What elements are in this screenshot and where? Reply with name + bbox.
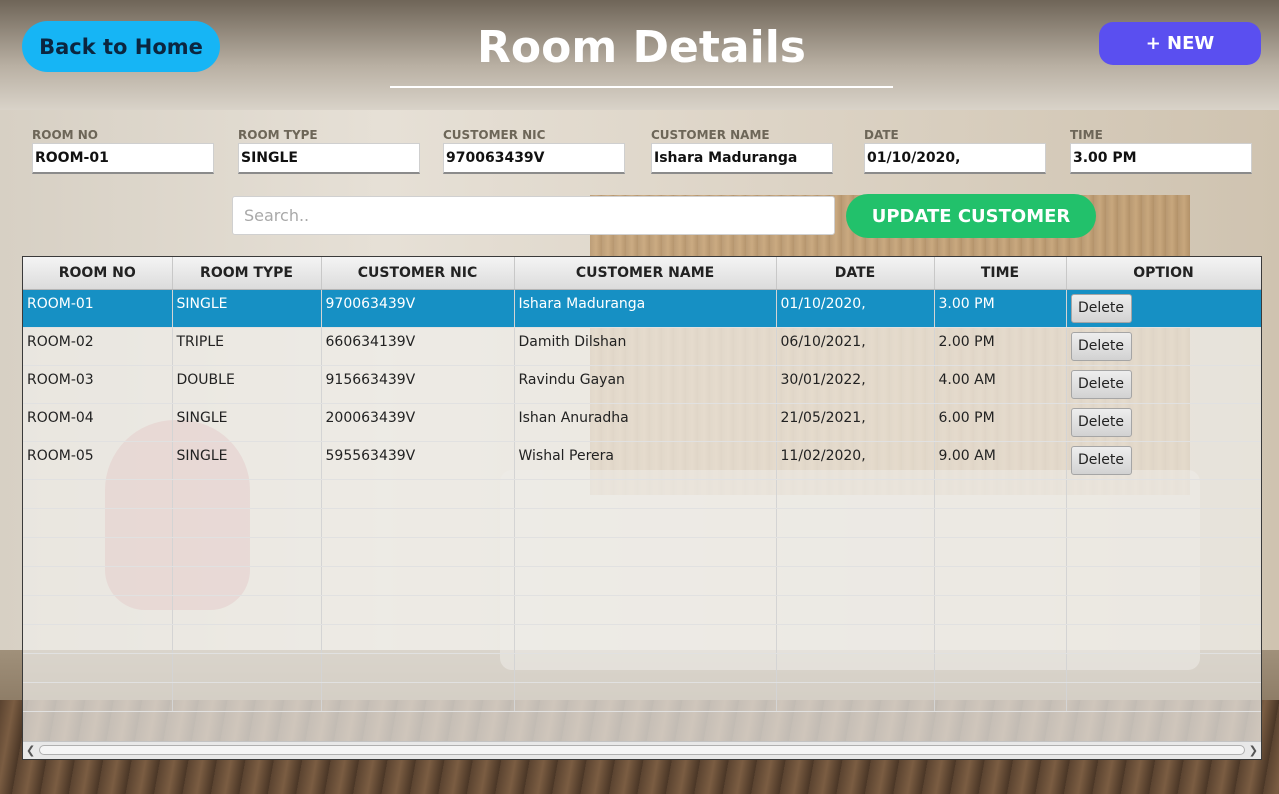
scrollbar-thumb[interactable] <box>39 745 1245 755</box>
cell-customer-nic: 660634139V <box>321 327 515 366</box>
empty-row <box>23 682 1261 712</box>
cell-room-type: SINGLE <box>172 403 322 442</box>
column-header-date[interactable]: DATE <box>776 257 935 290</box>
cell-customer-name: Ishara Maduranga <box>514 289 777 328</box>
chevron-left-icon[interactable]: ❮ <box>26 744 35 757</box>
update-customer-button[interactable]: UPDATE CUSTOMER <box>846 194 1096 238</box>
date-field: DATE 01/10/2020, <box>864 128 1046 174</box>
empty-row <box>23 537 1261 567</box>
cell-customer-nic: 595563439V <box>321 441 515 480</box>
cell-room-type: SINGLE <box>172 441 322 480</box>
cell-room-no: ROOM-01 <box>23 289 173 328</box>
column-header-room-no[interactable]: ROOM NO <box>23 257 173 290</box>
cell-date: 30/01/2022, <box>776 365 935 404</box>
table-row[interactable]: ROOM-01 SINGLE 970063439V Ishara Maduran… <box>23 289 1261 328</box>
cell-room-type: SINGLE <box>172 289 322 328</box>
empty-row <box>23 479 1261 509</box>
delete-button[interactable]: Delete <box>1070 408 1132 437</box>
date-input[interactable]: 01/10/2020, <box>864 143 1046 174</box>
customer-nic-input[interactable]: 970063439V <box>443 143 625 174</box>
cell-customer-nic: 970063439V <box>321 289 515 328</box>
room-no-field: ROOM NO ROOM-01 <box>32 128 214 174</box>
cell-time: 4.00 AM <box>934 365 1067 404</box>
cell-customer-name: Ravindu Gayan <box>514 365 777 404</box>
table-row[interactable]: ROOM-03 DOUBLE 915663439V Ravindu Gayan … <box>23 365 1261 404</box>
cell-option: Delete <box>1066 365 1261 404</box>
cell-option: Delete <box>1066 327 1261 366</box>
new-button[interactable]: + NEW <box>1099 22 1261 65</box>
room-no-input[interactable]: ROOM-01 <box>32 143 214 174</box>
cell-date: 21/05/2021, <box>776 403 935 442</box>
cell-time: 3.00 PM <box>934 289 1067 328</box>
cell-customer-name: Damith Dilshan <box>514 327 777 366</box>
column-header-option[interactable]: OPTION <box>1066 257 1261 290</box>
cell-customer-name: Ishan Anuradha <box>514 403 777 442</box>
delete-button[interactable]: Delete <box>1070 446 1132 475</box>
customer-nic-field: CUSTOMER NIC 970063439V <box>443 128 625 174</box>
room-no-label: ROOM NO <box>32 128 99 142</box>
customer-name-field: CUSTOMER NAME Ishara Maduranga <box>651 128 833 174</box>
empty-row <box>23 508 1261 538</box>
chevron-right-icon[interactable]: ❯ <box>1249 744 1258 757</box>
cell-customer-nic: 915663439V <box>321 365 515 404</box>
time-label: TIME <box>1070 128 1103 142</box>
empty-row <box>23 624 1261 654</box>
title-underline <box>390 86 893 88</box>
column-header-time[interactable]: TIME <box>934 257 1067 290</box>
cell-time: 6.00 PM <box>934 403 1067 442</box>
cell-room-no: ROOM-02 <box>23 327 173 366</box>
cell-room-no: ROOM-04 <box>23 403 173 442</box>
cell-date: 11/02/2020, <box>776 441 935 480</box>
page-title: Room Details <box>477 22 806 73</box>
time-input[interactable]: 3.00 PM <box>1070 143 1252 174</box>
customer-name-label: CUSTOMER NAME <box>651 128 770 142</box>
empty-row <box>23 566 1261 596</box>
cell-customer-name: Wishal Perera <box>514 441 777 480</box>
cell-option: Delete <box>1066 403 1261 442</box>
room-type-field: ROOM TYPE SINGLE <box>238 128 420 174</box>
room-type-input[interactable]: SINGLE <box>238 143 420 174</box>
empty-row <box>23 595 1261 625</box>
cell-date: 06/10/2021, <box>776 327 935 366</box>
table-row[interactable]: ROOM-05 SINGLE 595563439V Wishal Perera … <box>23 441 1261 480</box>
cell-date: 01/10/2020, <box>776 289 935 328</box>
back-to-home-button[interactable]: Back to Home <box>22 21 220 72</box>
cell-time: 9.00 AM <box>934 441 1067 480</box>
column-header-customer-nic[interactable]: CUSTOMER NIC <box>321 257 515 290</box>
column-header-room-type[interactable]: ROOM TYPE <box>172 257 322 290</box>
cell-room-type: TRIPLE <box>172 327 322 366</box>
table-header-row: ROOM NO ROOM TYPE CUSTOMER NIC CUSTOMER … <box>23 257 1261 290</box>
delete-button[interactable]: Delete <box>1070 294 1132 323</box>
cell-time: 2.00 PM <box>934 327 1067 366</box>
cell-room-no: ROOM-05 <box>23 441 173 480</box>
empty-row <box>23 653 1261 683</box>
date-label: DATE <box>864 128 899 142</box>
search-input[interactable]: Search.. <box>232 196 835 235</box>
cell-option: Delete <box>1066 289 1261 328</box>
table-row[interactable]: ROOM-04 SINGLE 200063439V Ishan Anuradha… <box>23 403 1261 442</box>
cell-room-no: ROOM-03 <box>23 365 173 404</box>
time-field: TIME 3.00 PM <box>1070 128 1252 174</box>
table-row[interactable]: ROOM-02 TRIPLE 660634139V Damith Dilshan… <box>23 327 1261 366</box>
room-type-label: ROOM TYPE <box>238 128 318 142</box>
delete-button[interactable]: Delete <box>1070 370 1132 399</box>
cell-customer-nic: 200063439V <box>321 403 515 442</box>
customer-nic-label: CUSTOMER NIC <box>443 128 546 142</box>
room-table: ROOM NO ROOM TYPE CUSTOMER NIC CUSTOMER … <box>22 256 1262 760</box>
column-header-customer-name[interactable]: CUSTOMER NAME <box>514 257 777 290</box>
cell-room-type: DOUBLE <box>172 365 322 404</box>
delete-button[interactable]: Delete <box>1070 332 1132 361</box>
customer-name-input[interactable]: Ishara Maduranga <box>651 143 833 174</box>
cell-option: Delete <box>1066 441 1261 480</box>
horizontal-scrollbar[interactable]: ❮ ❯ <box>23 741 1261 759</box>
